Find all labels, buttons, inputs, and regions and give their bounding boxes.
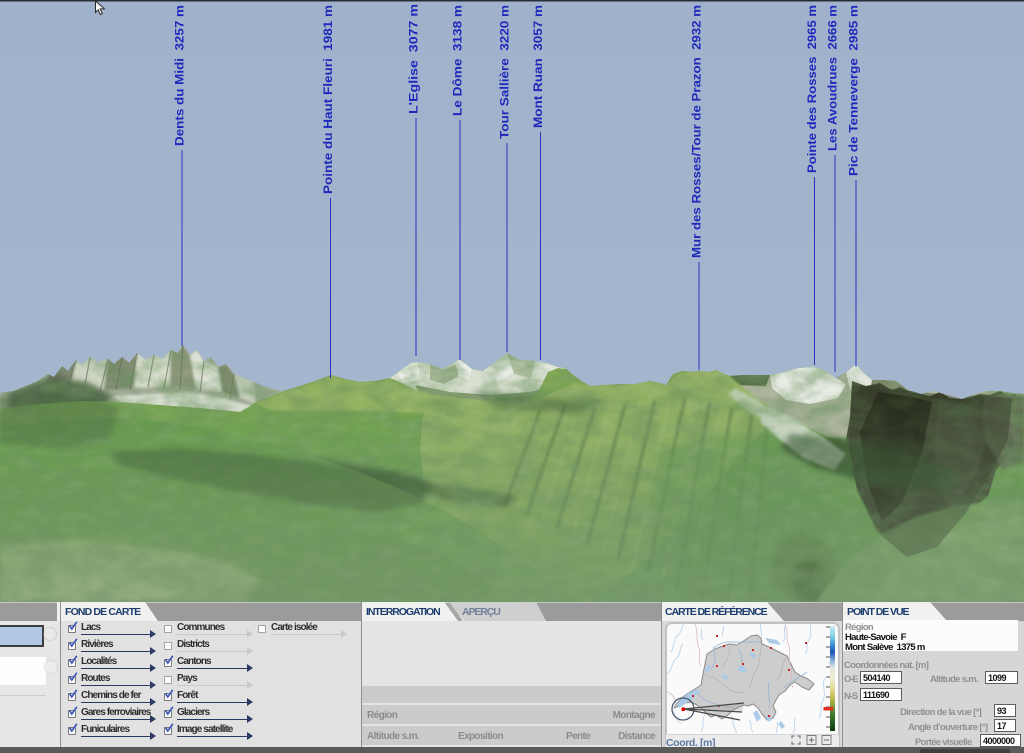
svg-text:Mont Ruan 3057 m: Mont Ruan 3057 m <box>531 5 545 128</box>
svg-text:L'Eglise 3077 m: L'Eglise 3077 m <box>407 4 421 114</box>
svg-text:Les Avoudrues 2666 m: Les Avoudrues 2666 m <box>826 5 840 151</box>
svg-text:Pointe du Haut Fleuri 1981 m: Pointe du Haut Fleuri 1981 m <box>321 5 335 194</box>
svg-text:Pointe des Rosses 2965 m: Pointe des Rosses 2965 m <box>805 5 819 173</box>
svg-text:Mur des Rosses/Tour de Prazon: Mur des Rosses/Tour de Prazon 2932 m <box>690 5 704 258</box>
svg-text:Dents du Midi 3257 m: Dents du Midi 3257 m <box>173 5 187 146</box>
svg-text:Tour Sallière 3220 m: Tour Sallière 3220 m <box>498 5 512 139</box>
svg-text:Pic de Tenneverge 2985 m: Pic de Tenneverge 2985 m <box>847 5 861 176</box>
svg-text:Le Dôme 3138 m: Le Dôme 3138 m <box>451 5 465 116</box>
